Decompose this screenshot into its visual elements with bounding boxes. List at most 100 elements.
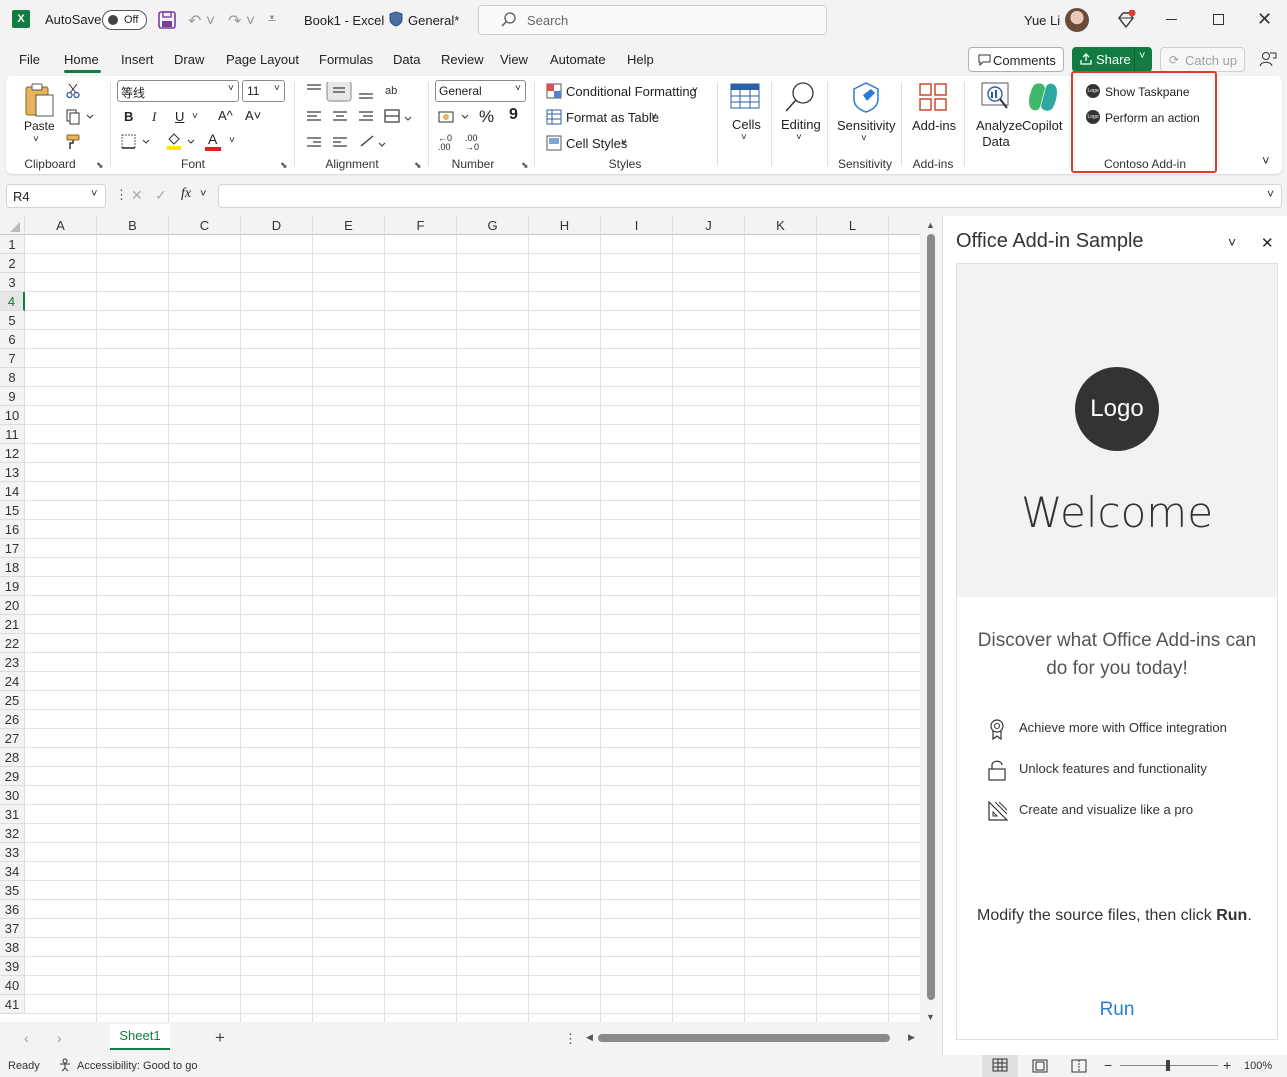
row-header-9[interactable]: 9 <box>0 387 25 406</box>
customize-qat-icon[interactable]: ⩡ <box>268 10 276 27</box>
normal-view-button[interactable] <box>982 1055 1018 1077</box>
menu-data[interactable]: Data <box>393 52 420 67</box>
copy-icon[interactable] <box>66 109 94 125</box>
menu-page-layout[interactable]: Page Layout <box>226 52 299 67</box>
menu-insert[interactable]: Insert <box>121 52 154 67</box>
add-ins-icon[interactable] <box>919 83 947 111</box>
increase-decimal-icon[interactable]: ←0.00 <box>438 134 452 152</box>
search-icon[interactable] <box>784 81 816 113</box>
menu-automate[interactable]: Automate <box>550 52 606 67</box>
analyze-data-icon[interactable] <box>981 82 1011 112</box>
decrease-decimal-icon[interactable]: .00 →0 <box>465 134 479 152</box>
catch-up-button[interactable]: ⟳ Catch up <box>1160 47 1245 72</box>
paste-icon[interactable] <box>23 82 55 118</box>
formula-input[interactable]: ˅ <box>218 184 1282 208</box>
column-header-j[interactable]: J <box>673 216 745 235</box>
row-header-39[interactable]: 39 <box>0 957 25 976</box>
column-header-b[interactable]: B <box>97 216 169 235</box>
paste-label[interactable]: Paste <box>24 119 55 133</box>
chevron-down-icon[interactable]: ˅ <box>621 137 627 148</box>
percent-button[interactable]: % <box>479 107 494 127</box>
underline-chevron-icon[interactable]: ˅ <box>192 111 198 122</box>
minimize-icon[interactable] <box>1166 19 1177 20</box>
vertical-scroll-thumb[interactable] <box>927 234 935 1000</box>
column-header-h[interactable]: H <box>529 216 601 235</box>
row-header-31[interactable]: 31 <box>0 805 25 824</box>
copilot-icon[interactable] <box>1026 81 1060 113</box>
row-header-33[interactable]: 33 <box>0 843 25 862</box>
expand-formula-chevron-icon[interactable]: ˅ <box>1267 187 1274 201</box>
row-header-14[interactable]: 14 <box>0 482 25 501</box>
scroll-up-icon[interactable]: ▲ <box>926 220 935 230</box>
column-header-g[interactable]: G <box>457 216 529 235</box>
tab-split-handle-icon[interactable]: ⋮ <box>564 1031 577 1047</box>
share-button[interactable]: Share ˅ <box>1072 47 1152 72</box>
font-name-select[interactable]: 等线 ˅ <box>117 80 239 102</box>
chevron-down-icon[interactable]: ˅ <box>1139 50 1145 62</box>
select-all-corner[interactable] <box>0 216 25 235</box>
row-header-34[interactable]: 34 <box>0 862 25 881</box>
format-as-table-button[interactable]: Format as Table <box>566 110 659 125</box>
row-header-15[interactable]: 15 <box>0 501 25 520</box>
row-header-5[interactable]: 5 <box>0 311 25 330</box>
diamond-icon[interactable] <box>1116 10 1136 30</box>
row-header-26[interactable]: 26 <box>0 710 25 729</box>
menu-draw[interactable]: Draw <box>174 52 204 67</box>
row-header-17[interactable]: 17 <box>0 539 25 558</box>
format-painter-icon[interactable] <box>66 134 82 150</box>
italic-button[interactable]: I <box>152 109 156 125</box>
format-as-table-icon[interactable] <box>546 109 562 125</box>
cancel-icon[interactable]: ✕ <box>131 187 143 204</box>
row-header-24[interactable]: 24 <box>0 672 25 691</box>
grow-font-button[interactable]: A^ <box>218 108 233 123</box>
row-header-32[interactable]: 32 <box>0 824 25 843</box>
row-header-18[interactable]: 18 <box>0 558 25 577</box>
row-header-41[interactable]: 41 <box>0 995 25 1014</box>
row-header-20[interactable]: 20 <box>0 596 25 615</box>
chevron-down-icon[interactable]: ˅ <box>741 132 747 143</box>
row-header-25[interactable]: 25 <box>0 691 25 710</box>
paste-chevron-icon[interactable]: ˅ <box>33 134 39 145</box>
fill-color-icon[interactable] <box>166 132 196 152</box>
cell-styles-icon[interactable] <box>546 135 562 151</box>
menu-file[interactable]: File <box>19 52 40 67</box>
row-header-7[interactable]: 7 <box>0 349 25 368</box>
pane-options-chevron-icon[interactable]: ˅ <box>1228 234 1236 250</box>
row-header-21[interactable]: 21 <box>0 615 25 634</box>
comments-button[interactable]: Comments <box>968 47 1064 72</box>
font-color-chevron-icon[interactable]: ˅ <box>229 135 235 146</box>
sensitivity-button[interactable]: Sensitivity <box>837 118 896 133</box>
prev-sheet-icon[interactable]: ‹ <box>24 1030 29 1046</box>
zoom-slider-thumb[interactable] <box>1166 1060 1170 1071</box>
search-input[interactable]: Search <box>478 5 827 35</box>
autosave-toggle[interactable]: Off <box>102 10 147 30</box>
accounting-format-icon[interactable] <box>438 109 472 125</box>
chevron-down-icon[interactable]: ˅ <box>861 133 867 144</box>
zoom-in-button[interactable]: + <box>1223 1057 1231 1073</box>
accessibility-icon[interactable] <box>58 1058 72 1072</box>
scroll-right-icon[interactable]: ▶ <box>908 1032 915 1043</box>
bold-button[interactable]: B <box>124 109 133 124</box>
add-sheet-button[interactable]: + <box>215 1028 225 1048</box>
conditional-formatting-icon[interactable] <box>546 83 562 99</box>
perform-action-button[interactable]: Perform an action <box>1105 111 1200 125</box>
row-header-36[interactable]: 36 <box>0 900 25 919</box>
menu-help[interactable]: Help <box>627 52 654 67</box>
row-header-10[interactable]: 10 <box>0 406 25 425</box>
row-header-11[interactable]: 11 <box>0 425 25 444</box>
menu-view[interactable]: View <box>500 52 528 67</box>
show-taskpane-button[interactable]: Show Taskpane <box>1105 85 1190 99</box>
sensitivity-icon[interactable] <box>851 81 881 113</box>
maximize-icon[interactable] <box>1213 14 1224 25</box>
underline-button[interactable]: U <box>175 109 184 124</box>
close-icon[interactable]: ✕ <box>1257 9 1272 30</box>
insert-function-button[interactable]: fx <box>181 186 191 202</box>
analyze-data-button[interactable]: Analyze Data <box>976 118 1022 150</box>
alignment-launcher-icon[interactable]: ⬊ <box>414 160 422 171</box>
run-button[interactable]: Run <box>957 999 1277 1021</box>
avatar[interactable] <box>1065 8 1089 32</box>
zoom-out-button[interactable]: − <box>1104 1057 1112 1073</box>
comma-style-button[interactable]: 9 <box>509 106 518 124</box>
font-size-select[interactable]: 11 ˅ <box>242 80 285 102</box>
number-format-select[interactable]: General ˅ <box>435 80 526 102</box>
